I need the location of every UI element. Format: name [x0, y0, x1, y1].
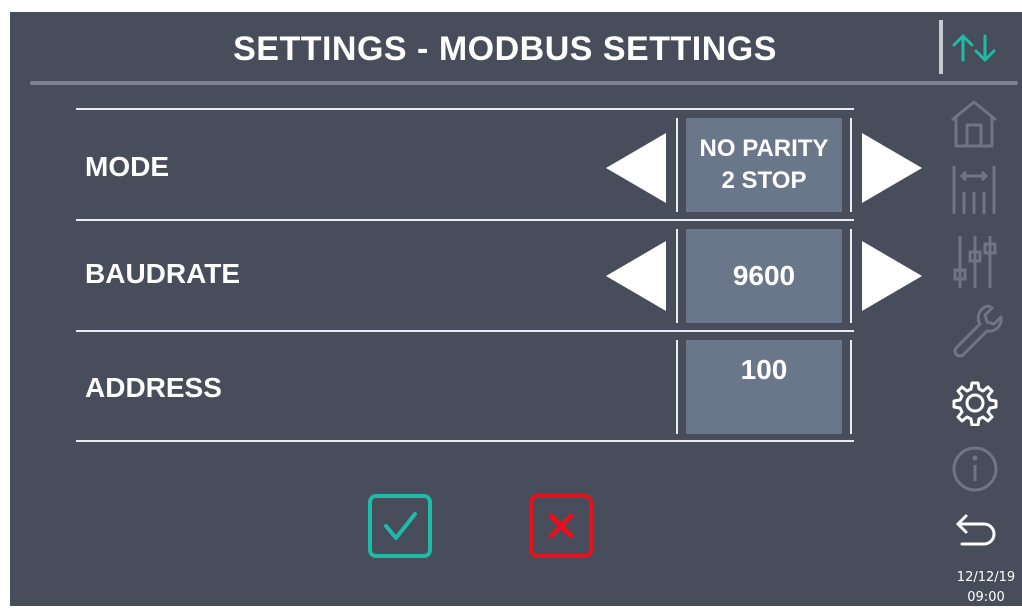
- value-separator: [676, 229, 678, 323]
- info-icon[interactable]: [950, 444, 1000, 499]
- communication-arrows-icon: [950, 30, 1000, 71]
- baudrate-next-arrow[interactable]: [860, 239, 924, 318]
- value-separator: [850, 118, 852, 212]
- header-divider: [939, 20, 943, 74]
- page-title: SETTINGS - MODBUS SETTINGS: [233, 30, 777, 68]
- row-divider: [76, 440, 854, 442]
- value-separator: [676, 340, 678, 434]
- baudrate-label: BAUDRATE: [85, 258, 241, 289]
- modbus-settings-screen: SETTINGS - MODBUS SETTINGS MODE NO PARIT…: [10, 12, 1022, 606]
- cancel-button[interactable]: [529, 494, 593, 558]
- baudrate-prev-arrow[interactable]: [604, 239, 668, 318]
- value-separator: [676, 118, 678, 212]
- date-text: 12/12/19: [956, 570, 1016, 585]
- mode-next-arrow[interactable]: [860, 131, 924, 210]
- levels-icon[interactable]: [948, 162, 1000, 223]
- row-divider: [76, 330, 854, 332]
- confirm-button[interactable]: [368, 494, 432, 558]
- value-separator: [850, 340, 852, 434]
- time-text: 09:00: [967, 590, 1005, 605]
- value-separator: [850, 229, 852, 323]
- mode-value-line1: NO PARITY: [699, 135, 829, 162]
- title-divider: [30, 81, 1018, 85]
- home-icon[interactable]: [948, 98, 1000, 155]
- datetime: 12/12/19 09:00: [950, 568, 1022, 608]
- back-icon[interactable]: [954, 512, 1000, 557]
- address-value-box[interactable]: 100: [686, 340, 842, 434]
- close-icon: [548, 513, 574, 539]
- mode-value-line2: 2 STOP: [721, 167, 807, 194]
- gear-icon[interactable]: [952, 380, 998, 431]
- baudrate-value-box[interactable]: 9600: [686, 229, 842, 323]
- address-label: ADDRESS: [85, 372, 222, 403]
- sliders-icon[interactable]: [950, 232, 1000, 297]
- mode-value-box[interactable]: NO PARITY 2 STOP: [686, 118, 842, 212]
- wrench-icon[interactable]: [948, 302, 1004, 369]
- row-divider: [76, 219, 854, 221]
- check-icon: [384, 512, 417, 540]
- mode-label: MODE: [85, 151, 169, 182]
- row-divider: [76, 108, 854, 110]
- mode-prev-arrow[interactable]: [604, 131, 668, 210]
